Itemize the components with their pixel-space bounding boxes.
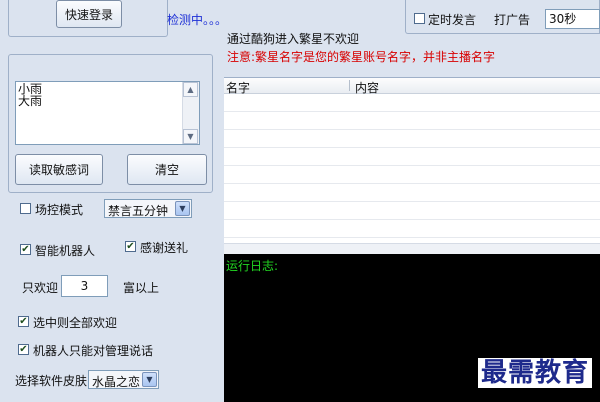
select-all-welcome-checkbox[interactable]: ✔ [18,316,29,327]
chevron-down-icon[interactable]: ▼ [175,201,190,216]
smart-robot-checkbox[interactable]: ✔ [20,244,31,255]
timed-speak-label: 定时发言 [428,13,477,27]
robot-admin-only-checkbox[interactable]: ✔ [18,344,29,355]
scroll-up-icon[interactable]: ▲ [183,82,198,97]
table-row[interactable] [224,166,600,184]
column-divider[interactable] [349,80,350,91]
table-row[interactable] [224,112,600,130]
ad-interval-input[interactable]: 30秒 [545,9,600,29]
table-row[interactable] [224,130,600,148]
thank-gift-checkbox[interactable]: ✔ [125,241,136,252]
rich-above-label: 富以上 [123,281,160,295]
quick-login-button[interactable]: 快速登录 [56,0,122,28]
table-row[interactable] [224,148,600,166]
skin-select[interactable]: 水晶之恋 ▼ [88,370,159,389]
detecting-status: 检测中。。。 [167,13,228,27]
robot-admin-only-label: 机器人只能对管理说话 [33,344,154,358]
field-control-checkbox[interactable] [20,203,31,214]
message-table[interactable]: 名字 内容 [224,77,600,244]
mute-duration-select[interactable]: 禁言五分钟 ▼ [104,199,192,218]
timed-speak-checkbox[interactable] [414,13,425,24]
select-all-welcome-label: 选中则全部欢迎 [33,316,118,330]
table-row[interactable] [224,184,600,202]
thank-gift-label: 感谢送礼 [140,241,189,255]
scroll-down-icon[interactable]: ▼ [183,129,198,144]
advertise-label: 打广告 [494,13,531,27]
clear-button[interactable]: 清空 [127,154,207,185]
watermark-text: 最需教育 [477,358,592,388]
smart-robot-label: 智能机器人 [35,244,96,258]
table-row[interactable] [224,94,600,112]
mute-duration-value: 禁言五分钟 [108,204,169,218]
run-log-label: 运行日志: [226,259,279,273]
sensitive-word-item: 大雨 [18,94,43,108]
read-sensitive-button[interactable]: 读取敏感词 [15,154,103,185]
field-control-label: 场控模式 [35,203,84,217]
skin-label: 选择软件皮肤 [15,374,88,388]
skin-value: 水晶之恋 [92,375,141,389]
welcome-only-label: 只欢迎 [22,281,59,295]
table-row[interactable] [224,202,600,220]
table-row[interactable] [224,220,600,238]
table-header: 名字 内容 [224,78,600,95]
run-log-panel: 运行日志: 最需教育 [224,254,600,402]
chevron-down-icon[interactable]: ▼ [142,372,157,387]
sensitive-words-scrollbar[interactable]: ▲ ▼ [182,82,199,144]
warning-notice: 注意:繁星名字是您的繁星账号名字，并非主播名字 [227,50,496,64]
sensitive-words-textarea[interactable]: 小雨 大雨 ▲ ▼ [15,81,200,145]
kugou-welcome-notice: 通过酷狗进入繁星不欢迎 [227,32,360,46]
welcome-level-input[interactable]: 3 [61,275,108,297]
